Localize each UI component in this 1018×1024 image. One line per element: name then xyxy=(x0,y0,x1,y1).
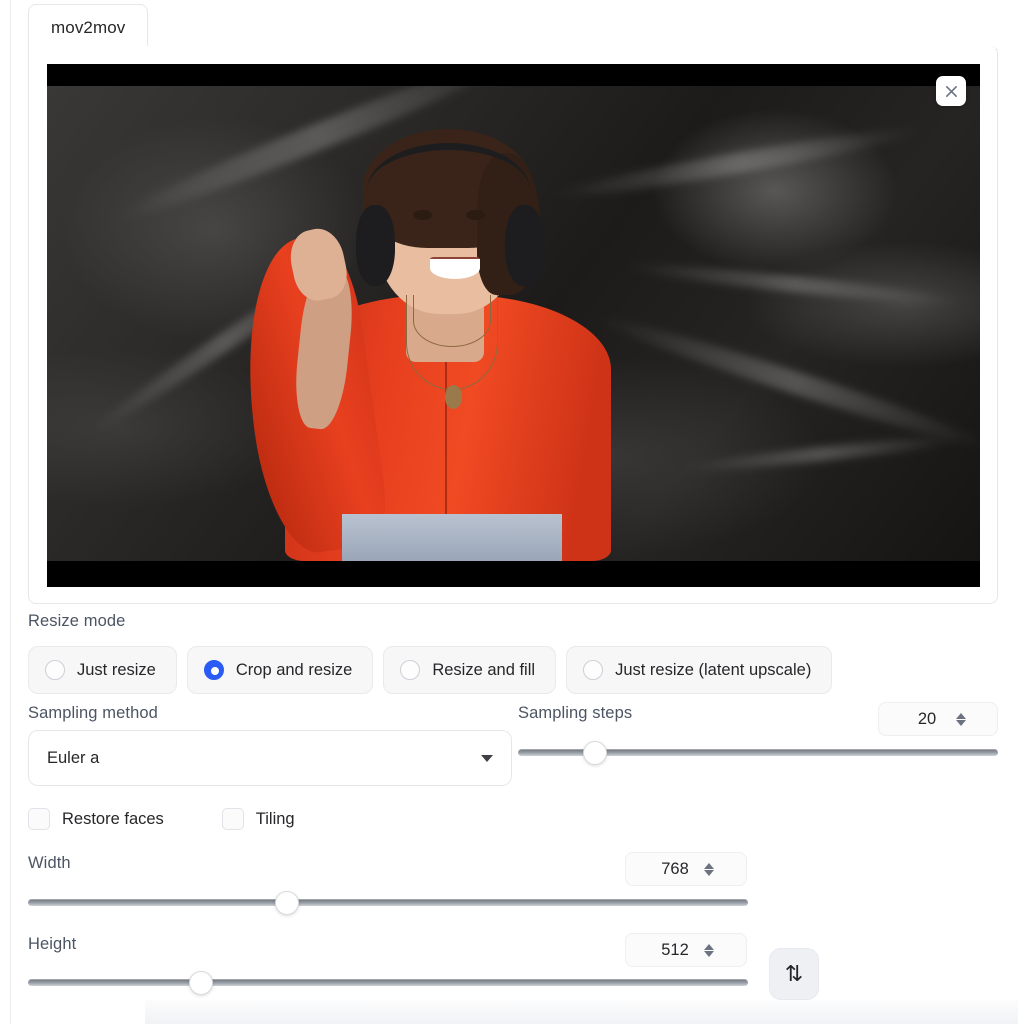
width-value: 768 xyxy=(661,859,689,878)
checkbox-label: Restore faces xyxy=(62,809,164,828)
radio-just-resize[interactable]: Just resize xyxy=(28,646,177,694)
radio-resize-and-fill[interactable]: Resize and fill xyxy=(383,646,557,694)
sampling-steps-value: 20 xyxy=(917,709,937,728)
tab-bar: mov2mov xyxy=(28,4,998,50)
video-preview[interactable] xyxy=(47,64,980,587)
radio-label: Crop and resize xyxy=(235,660,353,679)
radio-indicator xyxy=(583,660,604,680)
swap-dimensions-button[interactable]: ⇅ xyxy=(769,948,819,1000)
height-stepper[interactable] xyxy=(704,943,714,957)
sampling-method-dropdown[interactable]: Euler a xyxy=(28,730,512,786)
radio-label: Resize and fill xyxy=(432,660,536,679)
necklace-long xyxy=(405,295,498,390)
stepper-up-icon xyxy=(704,943,714,950)
height-label: Height xyxy=(28,935,77,953)
radio-indicator xyxy=(203,660,224,680)
sampling-method-value: Euler a xyxy=(47,748,100,767)
radio-indicator xyxy=(45,660,65,680)
video-subject xyxy=(228,86,626,561)
chevron-down-icon xyxy=(481,754,493,762)
checkbox-tiling[interactable]: Tiling xyxy=(221,808,295,830)
sampling-steps-stepper[interactable] xyxy=(956,712,966,726)
stepper-down-icon xyxy=(704,869,714,876)
resize-mode-group: Just resize Crop and resize Resize and f… xyxy=(28,646,833,694)
width-number[interactable]: 768 xyxy=(625,852,747,886)
slider-thumb[interactable] xyxy=(582,740,607,765)
subject-jeans xyxy=(341,513,562,561)
toggle-group: Restore faces Tiling xyxy=(28,808,295,830)
stepper-up-icon xyxy=(704,862,714,869)
width-label: Width xyxy=(28,854,71,872)
radio-just-resize-latent-upscale[interactable]: Just resize (latent upscale) xyxy=(566,646,833,694)
app-root: mov2mov Resize mode Just resize Crop and… xyxy=(0,0,1018,1024)
slider-thumb[interactable] xyxy=(188,970,213,995)
letterbox-bottom xyxy=(47,561,980,587)
radio-indicator xyxy=(400,660,421,680)
checkbox-restore-faces[interactable]: Restore faces xyxy=(28,808,164,830)
stepper-up-icon xyxy=(956,712,966,719)
height-slider[interactable] xyxy=(28,970,748,995)
sampling-steps-label: Sampling steps xyxy=(518,704,633,722)
letterbox-top xyxy=(47,64,980,86)
width-slider[interactable] xyxy=(28,890,748,915)
resize-mode-label: Resize mode xyxy=(28,612,126,630)
stepper-down-icon xyxy=(956,719,966,726)
sampling-method-label: Sampling method xyxy=(28,704,158,722)
stepper-down-icon xyxy=(704,950,714,957)
radio-label: Just resize xyxy=(77,660,156,679)
subject-smile xyxy=(430,257,481,279)
subject-eye-right xyxy=(465,209,486,220)
slider-thumb[interactable] xyxy=(275,890,300,915)
bottom-panel-fade xyxy=(145,1000,1018,1024)
height-number[interactable]: 512 xyxy=(625,933,747,967)
headphones-cup-right xyxy=(504,204,544,286)
sampling-steps-slider[interactable] xyxy=(518,740,998,765)
video-panel xyxy=(28,46,998,604)
checkbox-indicator xyxy=(28,808,50,830)
subject-eye-left xyxy=(412,209,433,220)
swap-arrows-icon: ⇅ xyxy=(784,961,804,986)
sampling-steps-number[interactable]: 20 xyxy=(878,702,998,736)
tab-label: mov2mov xyxy=(51,17,126,37)
height-value: 512 xyxy=(661,940,689,959)
necklace-pendant xyxy=(444,385,463,409)
radio-crop-and-resize[interactable]: Crop and resize xyxy=(186,646,374,694)
checkbox-indicator xyxy=(221,808,244,830)
checkbox-label: Tiling xyxy=(255,809,295,828)
width-stepper[interactable] xyxy=(704,862,714,876)
tab-mov2mov[interactable]: mov2mov xyxy=(28,4,149,50)
close-icon[interactable] xyxy=(936,76,966,106)
app-left-border xyxy=(10,0,11,1024)
headphones-cup-left xyxy=(355,204,395,286)
radio-label: Just resize (latent upscale) xyxy=(615,660,812,679)
